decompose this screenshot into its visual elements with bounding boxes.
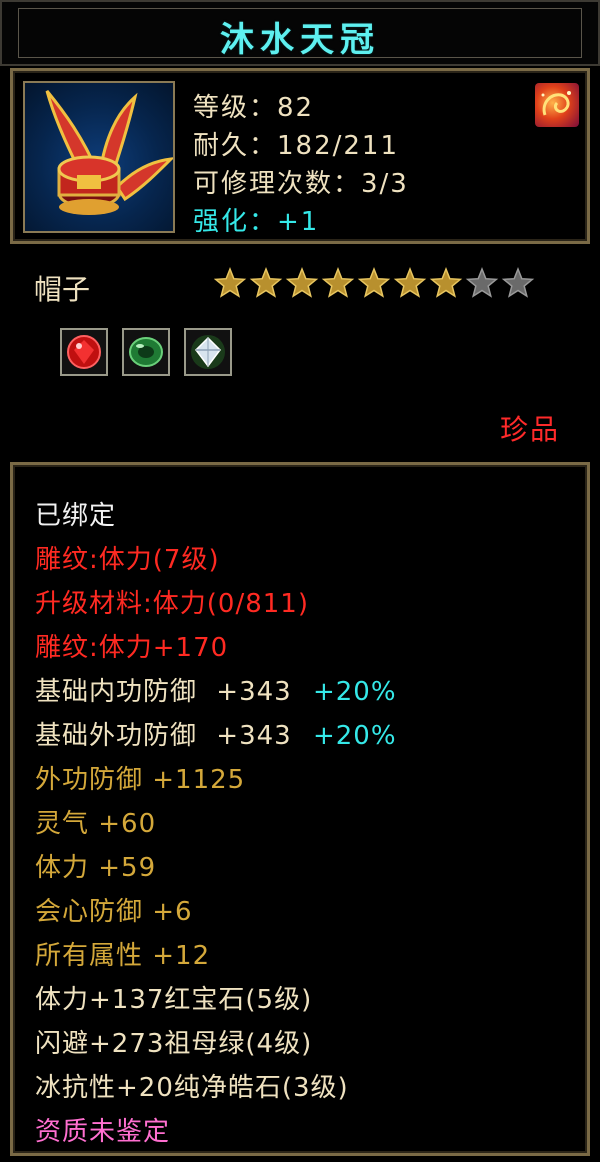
- all-attributes: 所有属性 +12: [35, 941, 211, 971]
- upgrade-material: 升级材料:体力(0/811): [35, 589, 309, 619]
- star-filled-icon: [214, 266, 247, 298]
- fire-swirl-icon[interactable]: [535, 83, 579, 127]
- ruby-gem-icon: [67, 335, 101, 369]
- gem-slot-diamond[interactable]: [184, 328, 232, 376]
- enhance-value: ：+1: [249, 207, 320, 237]
- engrave-level: 雕纹:体力(7级): [35, 545, 220, 575]
- title-bar: 沐水天冠: [0, 0, 600, 66]
- outer-defense: 外功防御 +1125: [35, 765, 246, 795]
- attribute-panel: 已绑定 雕纹:体力(7级) 升级材料:体力(0/811) 雕纹:体力+170 基…: [10, 462, 590, 1156]
- enhance-label: 强化: [193, 207, 250, 237]
- diamond-gem-icon: [191, 335, 225, 369]
- base-outer-defense-label: 基础外功防御: [35, 721, 198, 751]
- base-inner-defense-value: +343: [216, 677, 292, 707]
- quality-status: 资质未鉴定: [35, 1117, 171, 1147]
- crit-defense: 会心防御 +6: [35, 897, 193, 927]
- star-empty-icon: [501, 266, 535, 298]
- star-empty-icon: [465, 266, 499, 298]
- bound-status: 已绑定: [35, 501, 117, 531]
- item-durability: 耐久：182/211: [193, 131, 400, 161]
- gem-slot-ruby[interactable]: [60, 328, 108, 376]
- star-filled-icon: [357, 266, 391, 298]
- rarity-label: 珍品: [499, 413, 560, 446]
- star-filled-icon: [393, 266, 427, 298]
- item-name-title: 沐水天冠: [220, 20, 380, 60]
- spirit-stat: 灵气 +60: [35, 809, 157, 839]
- helmet-icon: [45, 90, 176, 215]
- item-header-panel: 等级：82 耐久：182/211 可修理次数：3/3 强化：+1: [10, 68, 590, 244]
- base-outer-defense-value: +343: [216, 721, 292, 751]
- gem-slot-emerald[interactable]: [122, 328, 170, 376]
- gem-bonus-ruby: 体力+137红宝石(5级): [35, 985, 313, 1015]
- base-outer-defense: 基础外功防御 +343 +20%: [35, 715, 397, 752]
- emerald-ring-icon: [129, 337, 163, 367]
- gem-bonus-emerald: 闪避+273祖母绿(4级): [35, 1029, 313, 1059]
- item-type-label: 帽子: [34, 273, 91, 306]
- star-rating: [214, 266, 535, 298]
- base-inner-defense-label: 基础内功防御: [35, 677, 198, 707]
- swirl-glyph-icon: [541, 91, 571, 116]
- star-filled-icon: [429, 266, 463, 298]
- star-filled-icon: [321, 266, 355, 298]
- item-enhance: 强化：+1: [193, 201, 319, 238]
- gem-bonus-diamond: 冰抗性+20纯净皓石(3级): [35, 1073, 349, 1103]
- star-filled-icon: [249, 266, 283, 298]
- engrave-bonus: 雕纹:体力+170: [35, 633, 229, 663]
- base-inner-defense: 基础内功防御 +343 +20%: [35, 671, 397, 708]
- item-level: 等级：82: [193, 93, 315, 123]
- helmet-item-icon[interactable]: [23, 81, 176, 233]
- base-inner-defense-bonus: +20%: [312, 677, 397, 707]
- stamina-stat: 体力 +59: [35, 853, 157, 883]
- item-repair-count: 可修理次数：3/3: [193, 169, 409, 199]
- base-outer-defense-bonus: +20%: [312, 721, 397, 751]
- star-filled-icon: [285, 266, 319, 298]
